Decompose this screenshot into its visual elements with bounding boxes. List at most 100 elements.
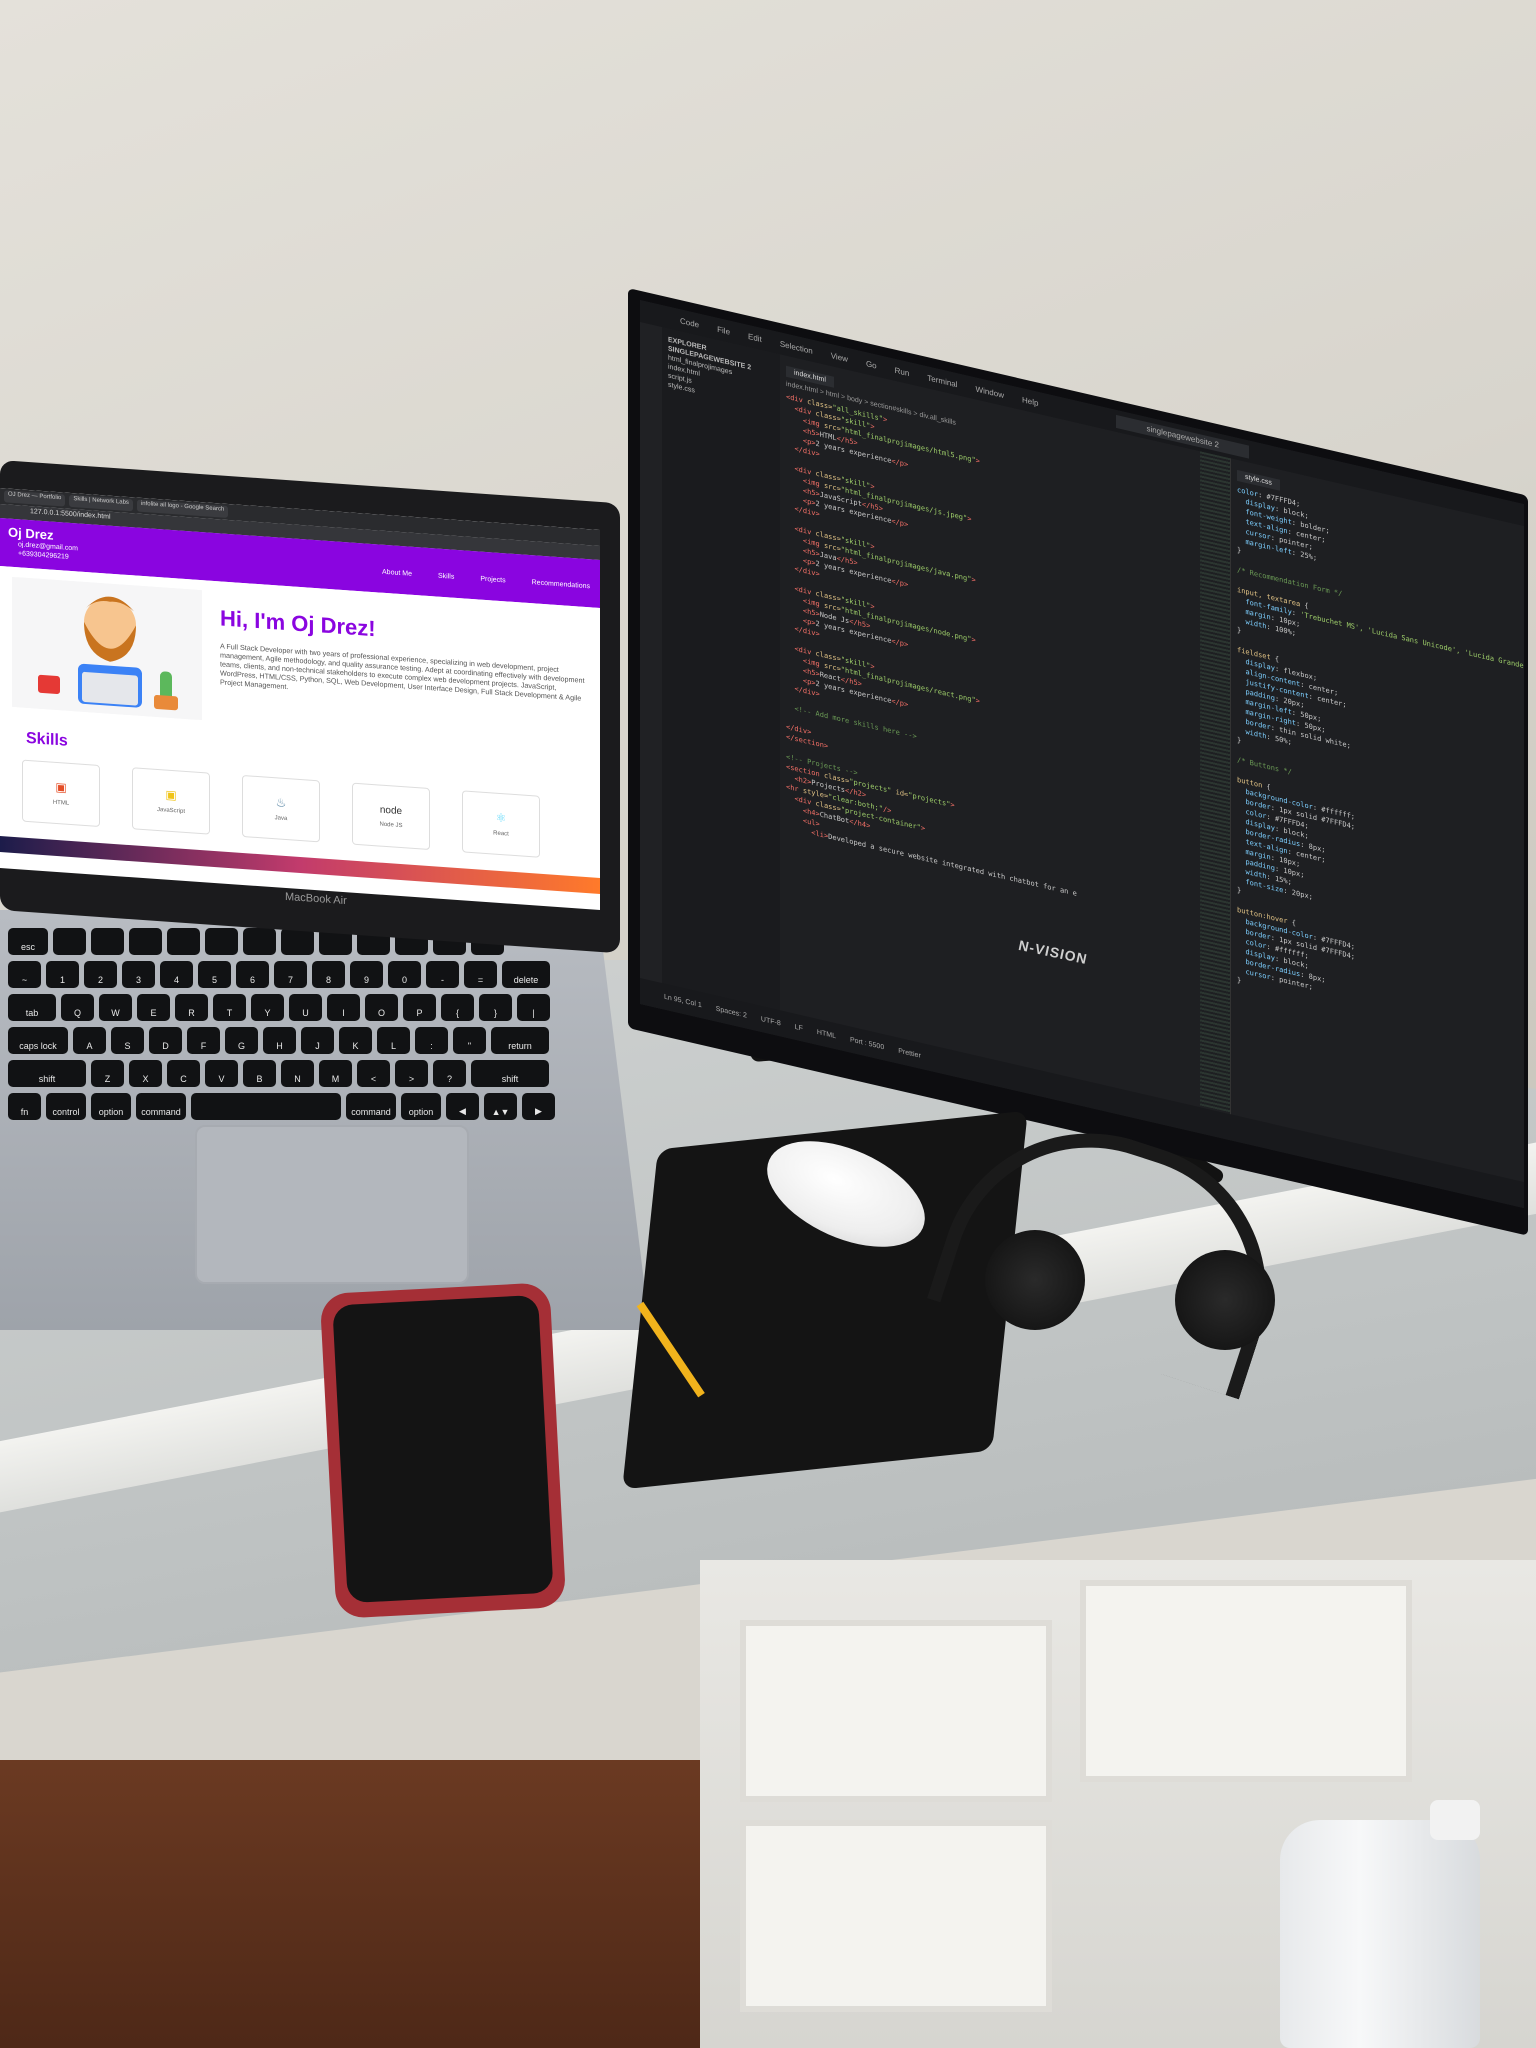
key[interactable]: E	[137, 994, 170, 1021]
menu-item-terminal[interactable]: Terminal	[927, 373, 957, 389]
menu-item-go[interactable]: Go	[866, 359, 877, 370]
editor-css[interactable]: style.css color: #7FFFD4; display: block…	[1230, 458, 1524, 1183]
skill-card[interactable]: ▣ HTML	[22, 759, 100, 827]
key[interactable]: "	[453, 1027, 486, 1054]
nav-about-me[interactable]: About Me	[382, 569, 412, 578]
key-f[interactable]	[243, 928, 276, 955]
key[interactable]: S	[111, 1027, 144, 1054]
skill-card[interactable]: node Node JS	[352, 782, 430, 851]
menu-item-run[interactable]: Run	[895, 365, 910, 377]
key-arrow-right[interactable]: ▶	[522, 1093, 555, 1120]
menu-item-file[interactable]: File	[717, 324, 730, 336]
key[interactable]: 8	[312, 961, 345, 988]
status-position[interactable]: Ln 95, Col 1	[664, 993, 702, 1009]
key[interactable]: :	[415, 1027, 448, 1054]
key-return[interactable]: return	[491, 1027, 549, 1054]
skill-card[interactable]: ▣ JavaScript	[132, 767, 210, 835]
key-f[interactable]	[53, 928, 86, 955]
key-delete[interactable]: delete	[502, 961, 550, 988]
key[interactable]: Z	[91, 1060, 124, 1087]
key[interactable]: ~	[8, 961, 41, 988]
key[interactable]: |	[517, 994, 550, 1021]
skill-card[interactable]: ⚛ React	[462, 790, 540, 858]
key-option[interactable]: option	[91, 1093, 131, 1120]
key[interactable]: Y	[251, 994, 284, 1021]
key[interactable]: B	[243, 1060, 276, 1087]
status-prettier[interactable]: Prettier	[898, 1047, 921, 1059]
key[interactable]: T	[213, 994, 246, 1021]
key[interactable]: 7	[274, 961, 307, 988]
key[interactable]: 1	[46, 961, 79, 988]
key[interactable]: -	[426, 961, 459, 988]
key-shift-right[interactable]: shift	[471, 1060, 549, 1087]
nav-recommendations[interactable]: Recommendations	[532, 579, 590, 590]
key[interactable]: 0	[388, 961, 421, 988]
key-f[interactable]	[281, 928, 314, 955]
key[interactable]: J	[301, 1027, 334, 1054]
key-arrow-left[interactable]: ◀	[446, 1093, 479, 1120]
site-phone[interactable]: +639304296219	[18, 550, 69, 561]
key[interactable]: 5	[198, 961, 231, 988]
key-tab[interactable]: tab	[8, 994, 56, 1021]
menu-item-help[interactable]: Help	[1022, 395, 1038, 408]
key[interactable]: ?	[433, 1060, 466, 1087]
laptop-trackpad[interactable]	[195, 1125, 469, 1284]
key-shift-left[interactable]: shift	[8, 1060, 86, 1087]
key-f[interactable]	[205, 928, 238, 955]
key[interactable]: F	[187, 1027, 220, 1054]
key[interactable]: O	[365, 994, 398, 1021]
skill-card[interactable]: ♨ Java	[242, 774, 320, 843]
key[interactable]: R	[175, 994, 208, 1021]
key[interactable]: X	[129, 1060, 162, 1087]
key[interactable]: <	[357, 1060, 390, 1087]
key[interactable]: U	[289, 994, 322, 1021]
key[interactable]: 4	[160, 961, 193, 988]
status-eol[interactable]: LF	[795, 1023, 803, 1032]
key[interactable]: Q	[61, 994, 94, 1021]
menu-item-window[interactable]: Window	[976, 384, 1004, 400]
key[interactable]: {	[441, 994, 474, 1021]
key[interactable]: L	[377, 1027, 410, 1054]
key-command[interactable]: command	[136, 1093, 186, 1120]
status-encoding[interactable]: UTF-8	[761, 1015, 781, 1027]
key-f[interactable]	[91, 928, 124, 955]
key[interactable]: V	[205, 1060, 238, 1087]
key-f[interactable]	[129, 928, 162, 955]
key-control[interactable]: control	[46, 1093, 86, 1120]
key[interactable]: A	[73, 1027, 106, 1054]
key[interactable]: >	[395, 1060, 428, 1087]
key[interactable]: 9	[350, 961, 383, 988]
menu-item-selection[interactable]: Selection	[780, 339, 813, 356]
key-esc[interactable]: esc	[8, 928, 48, 955]
status-port[interactable]: Port : 5500	[850, 1036, 884, 1051]
menu-item-code[interactable]: Code	[680, 316, 699, 329]
editor-minimap[interactable]	[1200, 451, 1230, 1115]
status-spaces[interactable]: Spaces: 2	[716, 1005, 747, 1019]
key[interactable]: K	[339, 1027, 372, 1054]
key[interactable]: 3	[122, 961, 155, 988]
key[interactable]: W	[99, 994, 132, 1021]
key[interactable]: C	[167, 1060, 200, 1087]
menu-item-edit[interactable]: Edit	[748, 331, 762, 343]
status-language[interactable]: HTML	[817, 1028, 836, 1039]
key[interactable]: D	[149, 1027, 182, 1054]
key-option[interactable]: option	[401, 1093, 441, 1120]
key-space[interactable]	[191, 1093, 341, 1120]
editor-html[interactable]: index.html index.html > html > body > se…	[780, 354, 1200, 1108]
key[interactable]: N	[281, 1060, 314, 1087]
menu-item-view[interactable]: View	[831, 351, 848, 364]
key[interactable]: }	[479, 994, 512, 1021]
key[interactable]: I	[327, 994, 360, 1021]
key-command[interactable]: command	[346, 1093, 396, 1120]
key[interactable]: 6	[236, 961, 269, 988]
nav-skills[interactable]: Skills	[438, 573, 454, 581]
key[interactable]: G	[225, 1027, 258, 1054]
nav-projects[interactable]: Projects	[480, 576, 505, 585]
key[interactable]: =	[464, 961, 497, 988]
key[interactable]: 2	[84, 961, 117, 988]
key[interactable]: P	[403, 994, 436, 1021]
key-f[interactable]	[167, 928, 200, 955]
key-fn[interactable]: fn	[8, 1093, 41, 1120]
key-arrow-updown[interactable]: ▲▼	[484, 1093, 517, 1120]
key[interactable]: M	[319, 1060, 352, 1087]
